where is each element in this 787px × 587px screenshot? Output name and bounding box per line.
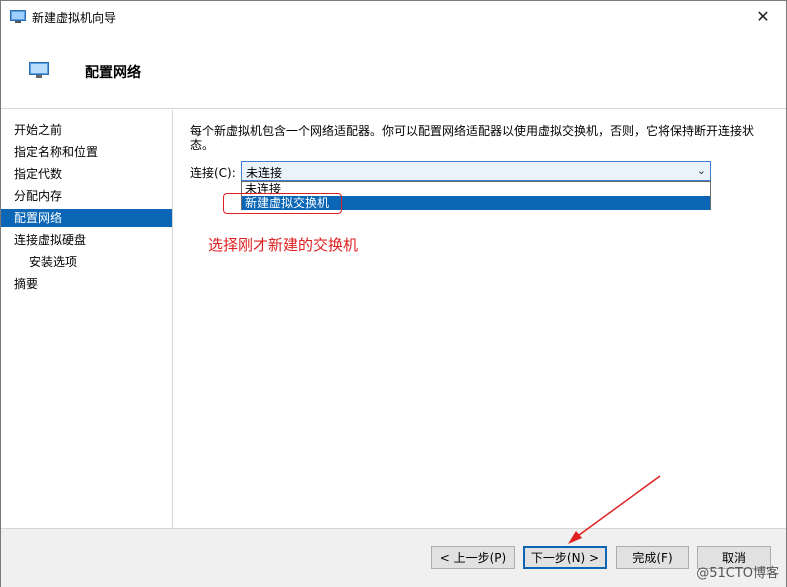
step-virtual-disk[interactable]: 连接虚拟硬盘 [1,231,172,249]
close-icon: ✕ [756,7,770,26]
step-networking[interactable]: 配置网络 [1,209,172,227]
wizard-steps: 开始之前 指定名称和位置 指定代数 分配内存 配置网络 连接虚拟硬盘 安装选项 … [1,110,173,528]
finish-button[interactable]: 完成(F) [616,546,689,569]
annotation-highlight-box [223,193,342,214]
monitor-icon [10,10,26,23]
annotation-text: 选择刚才新建的交换机 [208,236,359,254]
watermark: @51CTO博客 [696,566,779,581]
description-text: 每个新虚拟机包含一个网络适配器。你可以配置网络适配器以使用虚拟交换机，否则，它将… [190,124,755,152]
step-before-you-begin[interactable]: 开始之前 [1,121,172,139]
step-generation[interactable]: 指定代数 [1,165,172,183]
network-monitor-icon [29,62,49,78]
title-bar: 新建虚拟机向导 ✕ [1,1,786,32]
step-name-location[interactable]: 指定名称和位置 [1,143,172,161]
wizard-content: 每个新虚拟机包含一个网络适配器。你可以配置网络适配器以使用虚拟交换机，否则，它将… [174,110,786,528]
back-button[interactable]: < 上一步(P) [431,546,515,569]
wizard-footer: < 上一步(P) 下一步(N) > 完成(F) 取消 [1,528,786,587]
close-button[interactable]: ✕ [740,1,786,32]
connection-select[interactable]: 未连接 ⌄ [241,161,711,181]
wizard-header: 配置网络 [1,32,786,109]
wizard-window: 新建虚拟机向导 ✕ 配置网络 开始之前 指定名称和位置 指定代数 分配内存 配置… [0,0,787,587]
next-button[interactable]: 下一步(N) > [523,546,607,569]
step-install-options[interactable]: 安装选项 [1,253,172,271]
connection-value: 未连接 [246,166,283,180]
chevron-down-icon: ⌄ [696,164,706,177]
connection-label: 连接(C): [190,166,236,180]
step-memory[interactable]: 分配内存 [1,187,172,205]
window-title: 新建虚拟机向导 [32,11,117,25]
page-title: 配置网络 [85,65,141,81]
step-summary[interactable]: 摘要 [1,275,172,293]
